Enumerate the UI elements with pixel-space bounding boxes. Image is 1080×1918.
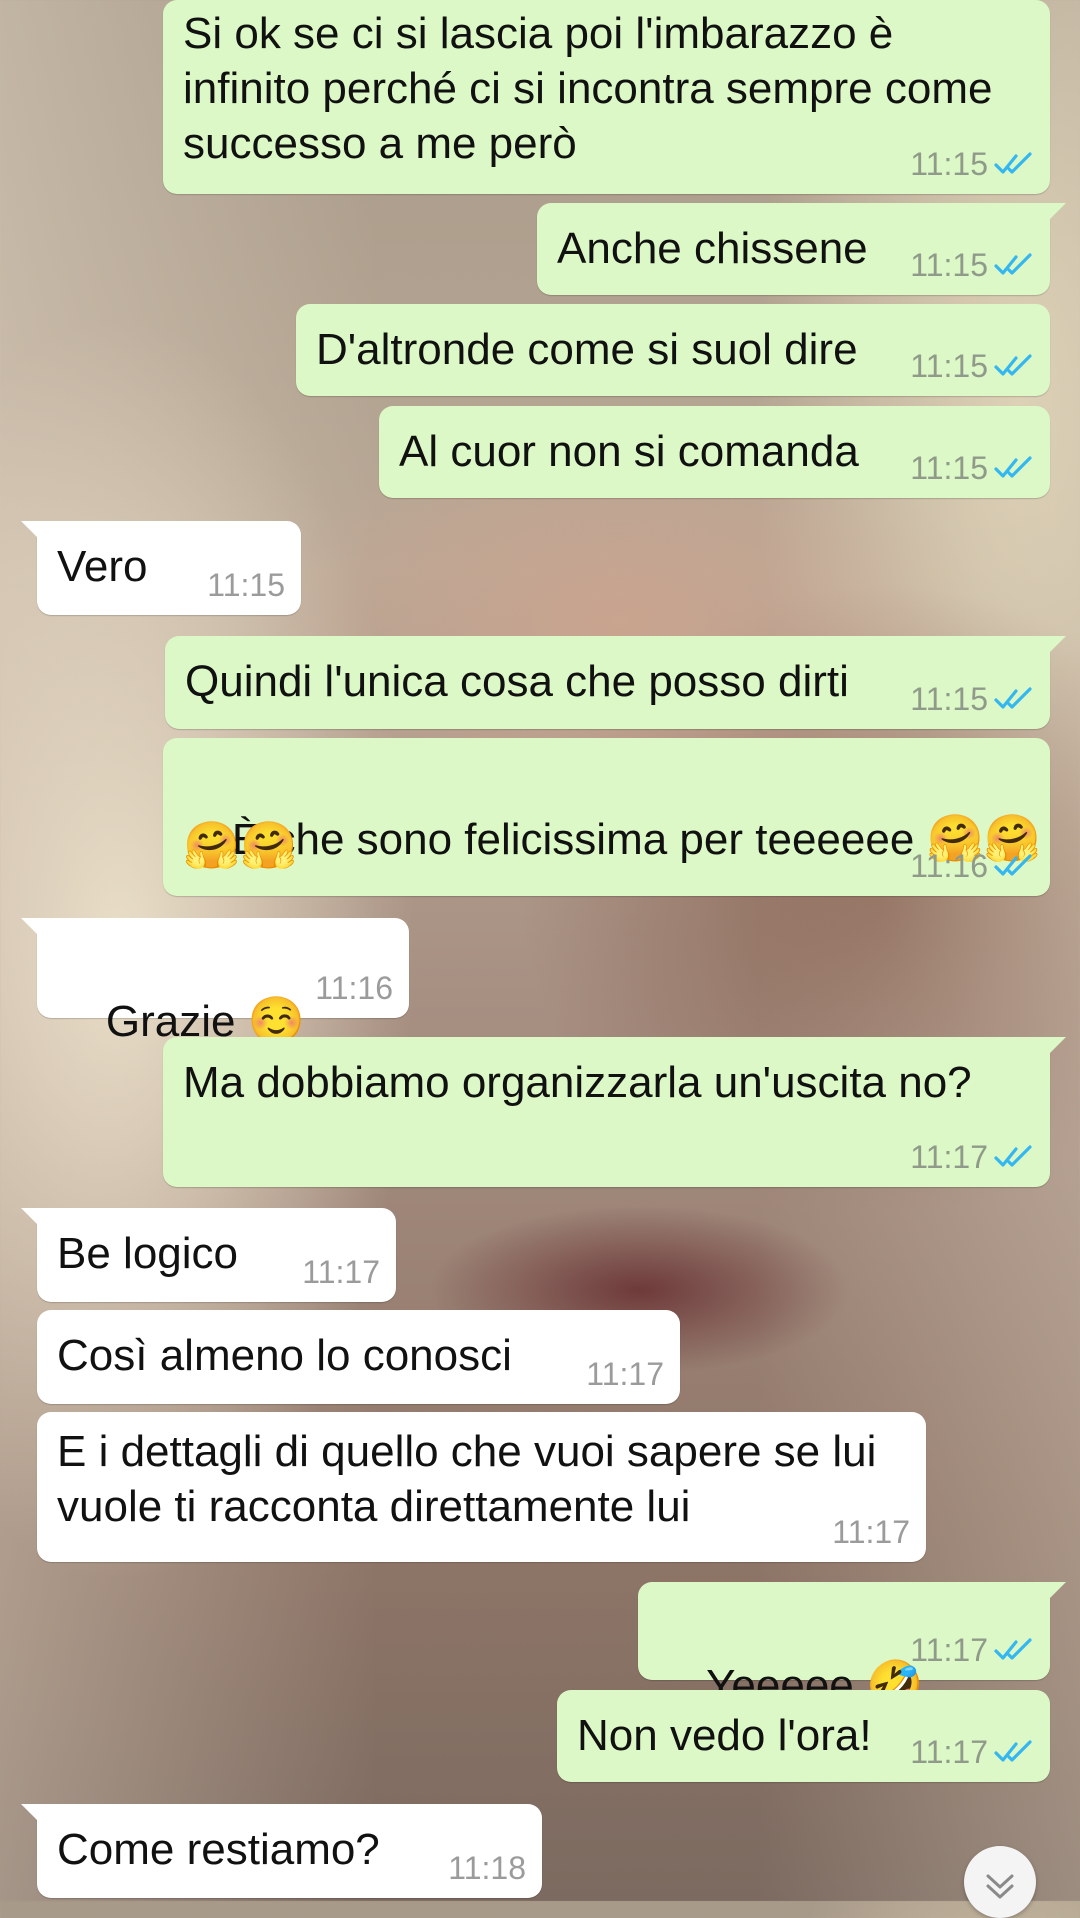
message-meta: 11:15 — [910, 247, 1034, 283]
message-bubble-outgoing[interactable]: Al cuor non si comanda 11:15 — [379, 406, 1050, 498]
message-text: Be logico — [57, 1229, 239, 1278]
message-meta: 11:17 — [302, 1254, 380, 1290]
message-time: 11:17 — [910, 1632, 988, 1668]
message-meta: 11:15 — [910, 146, 1034, 182]
message-bubble-incoming[interactable]: E i dettagli di quello che vuoi sapere s… — [37, 1412, 926, 1562]
message-meta: 11:15 — [910, 450, 1034, 486]
message-meta: 11:15 — [910, 681, 1034, 717]
message-meta: 11:17 — [910, 1139, 1034, 1175]
chevron-down-icon — [986, 1874, 1014, 1899]
message-time: 11:18 — [448, 1850, 526, 1886]
message-bubble-outgoing[interactable]: Ma dobbiamo organizzarla un'uscita no? 1… — [163, 1037, 1066, 1187]
message-meta: 11:17 — [832, 1514, 910, 1550]
message-meta: 11:15 — [207, 567, 285, 603]
message-time: 11:16 — [315, 970, 393, 1006]
message-time: 11:15 — [207, 567, 285, 603]
message-bubble-outgoing[interactable]: Quindi l'unica cosa che posso dirti 11:1… — [165, 636, 1066, 729]
message-text: Ma dobbiamo organizzarla un'uscita no? — [183, 1058, 972, 1107]
message-text: Così almeno lo conosci — [57, 1331, 512, 1380]
message-line: È che sono felicissima per teeeeee — [231, 815, 915, 864]
message-time: 11:15 — [910, 146, 988, 182]
message-time: 11:17 — [832, 1514, 910, 1550]
double-check-icon — [994, 687, 1032, 709]
message-meta: 11:17 — [910, 1734, 1034, 1770]
message-bubble-outgoing[interactable]: Anche chissene 11:15 — [537, 203, 1066, 295]
message-time: 11:17 — [586, 1356, 664, 1392]
message-bubble-incoming[interactable]: Come restiamo? 11:18 — [21, 1804, 542, 1898]
message-text: Vero — [57, 542, 148, 591]
message-text: Non vedo l'ora! — [577, 1711, 872, 1760]
message-bubble-incoming[interactable]: Grazie ☺️ 11:16 — [21, 918, 409, 1047]
message-meta: 11:18 — [448, 1850, 526, 1886]
double-check-icon — [994, 854, 1032, 876]
double-check-icon — [994, 354, 1032, 376]
message-text: E i dettagli di quello che vuoi sapere s… — [57, 1427, 877, 1531]
double-check-icon — [994, 253, 1032, 275]
message-meta: 11:16 — [910, 848, 1034, 884]
message-bubble-outgoing[interactable]: Si ok se ci si lascia poi l'imbarazzo è … — [163, 0, 1050, 194]
message-text: Al cuor non si comanda — [399, 427, 859, 476]
message-meta: 11:17 — [910, 1632, 1034, 1668]
message-bubble-incoming[interactable]: Vero 11:15 — [21, 521, 301, 615]
scroll-to-bottom-button[interactable] — [964, 1846, 1036, 1918]
message-text: Si ok se ci si lascia poi l'imbarazzo è … — [183, 9, 993, 168]
message-time: 11:16 — [910, 848, 988, 884]
message-time: 11:15 — [910, 348, 988, 384]
message-bubble-incoming[interactable]: Be logico 11:17 — [21, 1208, 396, 1302]
double-check-icon — [994, 152, 1032, 174]
message-text: È che sono felicissima per teeeeee 🤗🤗 — [183, 756, 1041, 922]
double-check-icon — [994, 1638, 1032, 1660]
message-meta: 11:16 — [315, 970, 393, 1006]
message-time: 11:15 — [910, 681, 988, 717]
message-bubble-outgoing[interactable]: D'altronde come si suol dire 11:15 — [296, 304, 1050, 396]
message-time: 11:15 — [910, 450, 988, 486]
message-time: 11:17 — [910, 1139, 988, 1175]
message-text: Anche chissene — [557, 224, 868, 273]
message-meta: 11:17 — [586, 1356, 664, 1392]
message-bubble-outgoing[interactable]: È che sono felicissima per teeeeee 🤗🤗 🤗🤗… — [163, 738, 1050, 896]
message-bubble-outgoing[interactable]: Non vedo l'ora! 11:17 — [557, 1690, 1050, 1782]
message-time: 11:17 — [302, 1254, 380, 1290]
message-bubble-outgoing[interactable]: Yeeeee 🤣 11:17 — [638, 1582, 1066, 1711]
message-meta: 11:15 — [910, 348, 1034, 384]
message-bubble-incoming[interactable]: Così almeno lo conosci 11:17 — [37, 1310, 680, 1404]
message-time: 11:15 — [910, 247, 988, 283]
double-check-icon — [994, 456, 1032, 478]
message-text: D'altronde come si suol dire — [316, 325, 858, 374]
double-check-icon — [994, 1145, 1032, 1167]
message-text: Come restiamo? — [57, 1825, 380, 1874]
double-check-icon — [994, 1740, 1032, 1762]
message-time: 11:17 — [910, 1734, 988, 1770]
hugging-face-emoji: 🤗🤗 — [183, 818, 298, 872]
message-text: Quindi l'unica cosa che posso dirti — [185, 657, 849, 706]
